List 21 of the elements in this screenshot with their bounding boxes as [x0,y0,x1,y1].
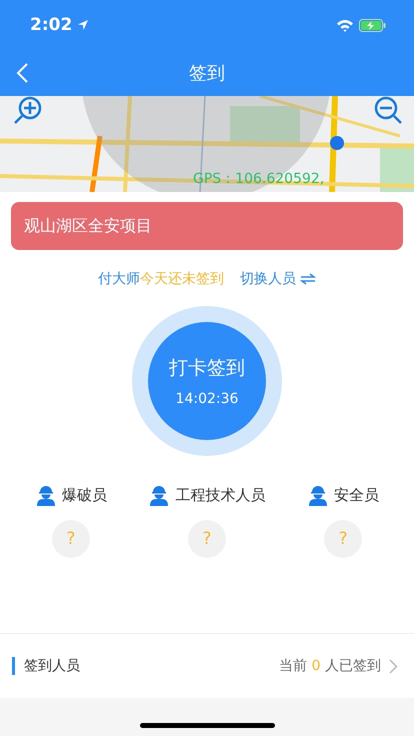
role-name: 爆破员 [62,486,107,504]
role-name: 工程技术人员 [175,486,266,504]
punch-in-button[interactable]: 打卡签到 14:02:36 [148,322,266,440]
page-title: 签到 [189,62,225,85]
zoom-in-icon[interactable] [12,96,42,126]
section-title: 签到人员 [12,657,272,675]
worker-icon [148,484,170,506]
switch-person-button[interactable]: 切换人员 [240,270,316,288]
worker-icon [307,484,330,506]
battery-icon [359,18,386,32]
role-name: 安全员 [334,486,380,504]
project-banner: 观山湖区全安项目 [11,202,403,250]
zoom-out-icon[interactable] [374,96,404,126]
swap-arrows-icon [300,273,316,285]
sign-status-text: 付大师今天还未签到 [98,270,224,288]
status-time: 2:02 [30,15,72,35]
signed-count-link[interactable]: 当前 0 人已签到 [279,657,381,675]
wifi-icon [336,18,354,32]
gps-coordinates: GPS：106.620592, [193,170,324,188]
location-arrow-icon [77,19,90,31]
worker-icon [34,484,57,506]
